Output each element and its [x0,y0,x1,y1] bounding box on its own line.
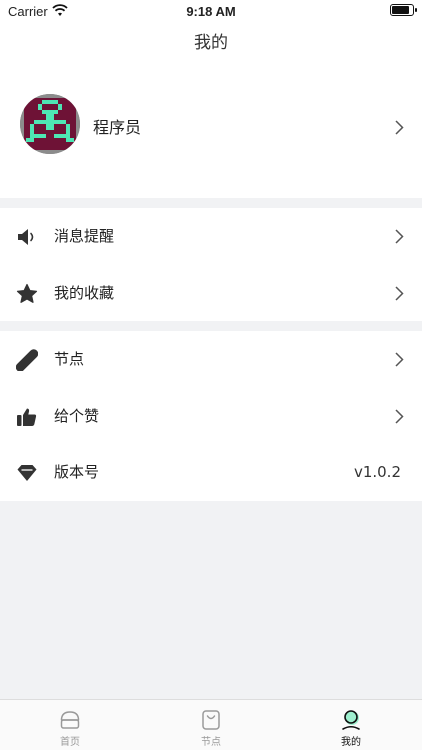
speaker-icon [18,229,34,245]
home-icon [60,711,80,729]
menu-item-label: 消息提醒 [54,227,115,245]
menu-item-label: 给个赞 [54,406,100,425]
chevron-right-icon [395,408,404,424]
menu-group-2: 节点 给个赞 版本号 v1.0.2 [0,331,422,501]
star-icon [16,283,38,303]
profile-name: 程序员 [93,118,142,137]
tab-me[interactable]: 我的 [281,700,421,750]
tab-bar: 首页 节点 我的 [0,699,422,750]
tab-nodes[interactable]: 节点 [141,700,281,750]
menu-item-version: 版本号 v1.0.2 [0,444,422,501]
profile-row[interactable]: 程序员 [0,64,422,198]
battery-icon [390,4,417,16]
menu-group-1: 消息提醒 我的收藏 [0,208,422,321]
chevron-right-icon [395,352,404,367]
tab-home[interactable]: 首页 [0,700,140,750]
diamond-icon [17,465,37,481]
menu-item-notifications[interactable]: 消息提醒 [0,208,422,265]
menu-item-favorites[interactable]: 我的收藏 [0,265,422,322]
pill-icon [16,349,38,371]
menu-item-label: 节点 [54,350,85,368]
tab-label: 首页 [60,737,80,748]
nav-bar: 我的 [0,22,422,64]
tab-label: 节点 [201,737,221,748]
bag-icon [202,710,220,730]
menu-item-nodes[interactable]: 节点 [0,331,422,388]
chevron-right-icon [395,120,404,135]
menu-item-like[interactable]: 给个赞 [0,388,422,445]
chevron-right-icon [395,229,404,244]
chevron-right-icon [395,285,404,301]
avatar [20,94,80,154]
page-title: 我的 [194,33,228,53]
status-time: 9:18 AM [186,4,236,19]
menu-item-label: 版本号 [54,463,100,481]
menu-item-label: 我的收藏 [54,283,115,302]
status-bar: Carrier 9:18 AM [0,0,422,22]
version-value: v1.0.2 [353,463,401,481]
tab-label: 我的 [341,737,361,748]
thumbs-up-icon [17,408,37,426]
person-icon [342,710,360,730]
